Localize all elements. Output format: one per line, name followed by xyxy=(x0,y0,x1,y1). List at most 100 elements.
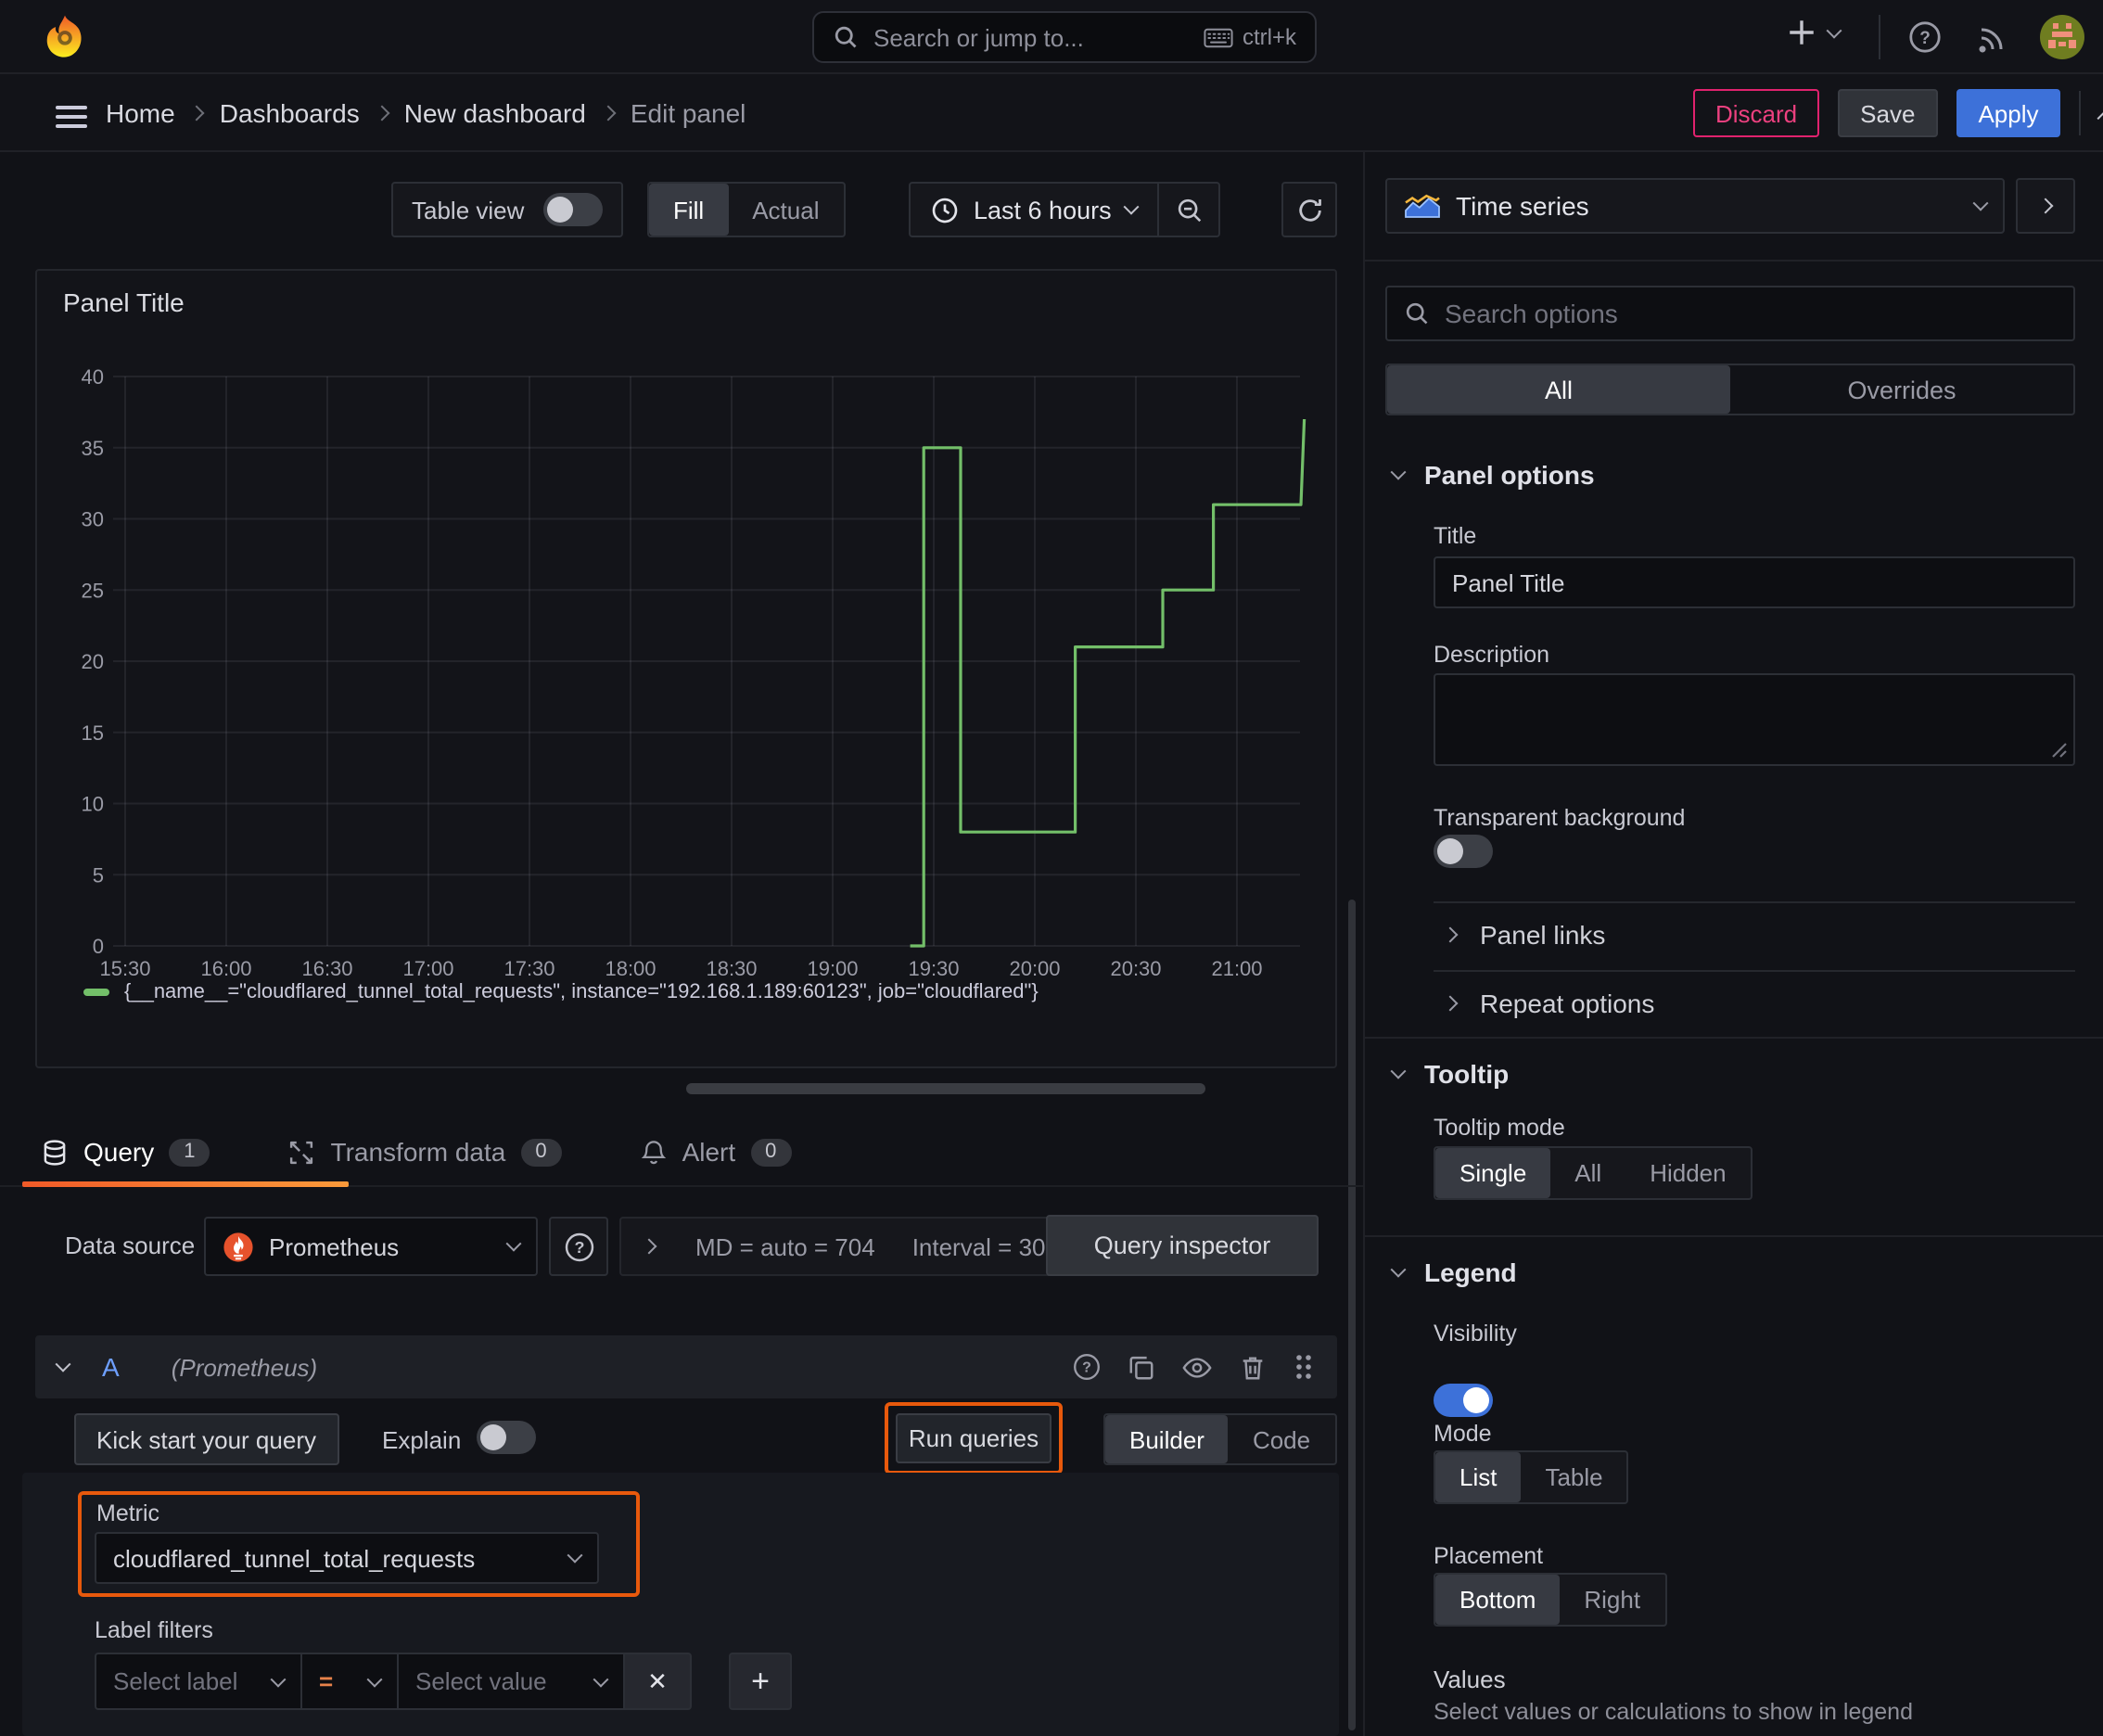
legend-placement-bottom-option[interactable]: Bottom xyxy=(1435,1575,1561,1625)
x-tick-label: 16:30 xyxy=(301,957,352,980)
apply-button[interactable]: Apply xyxy=(1956,89,2061,137)
chevron-down-icon xyxy=(1390,1261,1407,1278)
delete-query-trash-icon[interactable] xyxy=(1239,1353,1267,1381)
datasource-label: Data source xyxy=(65,1232,196,1259)
breadcrumb-dashboards[interactable]: Dashboards xyxy=(220,98,360,128)
panel-title[interactable]: Panel Title xyxy=(63,287,185,317)
table-view-toggle[interactable] xyxy=(542,193,603,226)
global-search-input[interactable]: Search or jump to... ctrl+k xyxy=(812,11,1317,63)
builder-code-switch: Builder Code xyxy=(1103,1413,1337,1465)
grafana-edit-panel-screen: Search or jump to... ctrl+k ? Home Dashb… xyxy=(0,0,2103,1736)
run-queries-button[interactable]: Run queries xyxy=(896,1413,1052,1463)
add-filter-button[interactable]: + xyxy=(729,1653,792,1710)
query-inspector-button[interactable]: Query inspector xyxy=(1046,1215,1319,1276)
breadcrumb-edit-panel: Edit panel xyxy=(630,98,746,128)
drag-handle-icon[interactable] xyxy=(1293,1352,1315,1382)
collapse-query-icon[interactable] xyxy=(55,1356,71,1372)
datasource-picker[interactable]: Prometheus xyxy=(204,1217,538,1276)
explain-label: Explain xyxy=(382,1426,462,1454)
new-menu-button[interactable] xyxy=(1786,17,1842,48)
legend-series-label[interactable]: {__name__="cloudflared_tunnel_total_requ… xyxy=(124,981,1039,1003)
time-series-chart[interactable]: 0 5 10 15 20 25 30 35 40 15:30 16:00 16:30 17:00 17:3… xyxy=(63,356,1324,998)
x-tick-label: 20:00 xyxy=(1009,957,1060,980)
panel-title-input[interactable]: Panel Title xyxy=(1434,556,2075,608)
breadcrumb-separator-icon xyxy=(374,105,390,121)
query-help-icon[interactable]: ? xyxy=(1072,1352,1102,1382)
breadcrumb-new-dashboard[interactable]: New dashboard xyxy=(404,98,586,128)
refresh-button[interactable] xyxy=(1281,182,1337,237)
table-view-control: Table view xyxy=(391,182,623,237)
vertical-scrollbar[interactable] xyxy=(1348,900,1356,1730)
legend-header[interactable]: Legend xyxy=(1390,1257,1517,1287)
search-options-input[interactable]: Search options xyxy=(1385,286,2075,341)
collapse-sidebar-button[interactable] xyxy=(2016,178,2075,234)
search-placeholder: Search or jump to... xyxy=(873,23,1084,51)
operator-dropdown[interactable]: = xyxy=(302,1653,399,1710)
breadcrumb-separator-icon xyxy=(189,105,206,121)
tab-alert[interactable]: Alert 0 xyxy=(621,1117,810,1187)
horizontal-scrollbar[interactable] xyxy=(686,1083,1205,1094)
tab-overrides[interactable]: Overrides xyxy=(1730,365,2073,414)
search-icon xyxy=(1404,300,1430,326)
discard-button[interactable]: Discard xyxy=(1693,89,1820,137)
legend-placement-right-option[interactable]: Right xyxy=(1560,1575,1664,1625)
panel-options-header[interactable]: Panel options xyxy=(1390,460,1595,490)
select-value-dropdown[interactable]: Select value xyxy=(399,1653,625,1710)
datasource-help-button[interactable]: ? xyxy=(549,1217,608,1276)
transparent-background-toggle[interactable] xyxy=(1434,835,1493,868)
tooltip-hidden-option[interactable]: Hidden xyxy=(1625,1148,1750,1198)
tab-transform-data[interactable]: Transform data 0 xyxy=(270,1117,580,1187)
svg-text:?: ? xyxy=(1919,29,1931,48)
news-rss-button[interactable] xyxy=(1977,20,2010,59)
legend-visibility-toggle[interactable] xyxy=(1434,1384,1493,1417)
metric-select[interactable]: cloudflared_tunnel_total_requests xyxy=(95,1532,599,1584)
resize-handle-icon[interactable] xyxy=(2051,742,2068,759)
search-shortcut: ctrl+k xyxy=(1204,24,1296,50)
query-row-header[interactable]: A (Prometheus) ? xyxy=(35,1335,1337,1398)
divider xyxy=(1434,970,2075,972)
chevron-down-icon xyxy=(567,1547,583,1564)
remove-filter-button[interactable]: ✕ xyxy=(625,1653,692,1710)
tooltip-all-option[interactable]: All xyxy=(1550,1148,1625,1198)
code-option[interactable]: Code xyxy=(1229,1415,1334,1463)
x-tick-label: 17:30 xyxy=(503,957,554,980)
collapse-header-button[interactable] xyxy=(2097,110,2103,127)
tooltip-single-option[interactable]: Single xyxy=(1435,1148,1551,1198)
tab-all[interactable]: All xyxy=(1387,365,1730,414)
query-ref-id[interactable]: A xyxy=(102,1352,120,1382)
chevron-down-icon xyxy=(1826,21,1842,38)
repeat-options-header[interactable]: Repeat options xyxy=(1442,989,1654,1018)
builder-option[interactable]: Builder xyxy=(1105,1415,1229,1463)
legend-mode-table-option[interactable]: Table xyxy=(1521,1452,1626,1502)
section-divider xyxy=(1365,1235,2103,1237)
grafana-logo-icon[interactable] xyxy=(41,13,89,67)
hide-response-eye-icon[interactable] xyxy=(1181,1353,1213,1381)
select-label-dropdown[interactable]: Select label xyxy=(95,1653,302,1710)
save-button[interactable]: Save xyxy=(1838,89,1938,137)
fill-option[interactable]: Fill xyxy=(649,184,729,236)
visualization-picker[interactable]: Time series xyxy=(1385,178,2005,234)
chevron-down-icon xyxy=(1124,198,1141,215)
chevron-down-icon xyxy=(1390,464,1407,480)
kick-start-query-button[interactable]: Kick start your query xyxy=(74,1413,338,1465)
duplicate-query-icon[interactable] xyxy=(1128,1353,1155,1381)
tooltip-header[interactable]: Tooltip xyxy=(1390,1059,1509,1089)
time-range-picker[interactable]: Last 6 hours xyxy=(911,184,1158,236)
interval-stat: Interval = 30s xyxy=(911,1232,1058,1260)
help-button[interactable]: ? xyxy=(1908,20,1942,59)
y-tick-label: 10 xyxy=(82,793,104,816)
menu-toggle-button[interactable] xyxy=(56,100,87,134)
zoom-out-icon xyxy=(1178,198,1201,222)
breadcrumb-home[interactable]: Home xyxy=(106,98,175,128)
tab-query[interactable]: Query 1 xyxy=(22,1117,229,1187)
visibility-label: Visibility xyxy=(1434,1321,1517,1347)
description-textarea[interactable] xyxy=(1434,673,2075,766)
series-line[interactable] xyxy=(910,418,1306,948)
explain-toggle[interactable] xyxy=(477,1421,536,1454)
zoom-out-time-button[interactable] xyxy=(1157,184,1219,236)
panel-links-header[interactable]: Panel links xyxy=(1442,920,1605,950)
legend-swatch[interactable] xyxy=(83,989,109,996)
legend-mode-list-option[interactable]: List xyxy=(1435,1452,1522,1502)
actual-option[interactable]: Actual xyxy=(728,184,843,236)
user-avatar[interactable] xyxy=(2040,15,2084,65)
